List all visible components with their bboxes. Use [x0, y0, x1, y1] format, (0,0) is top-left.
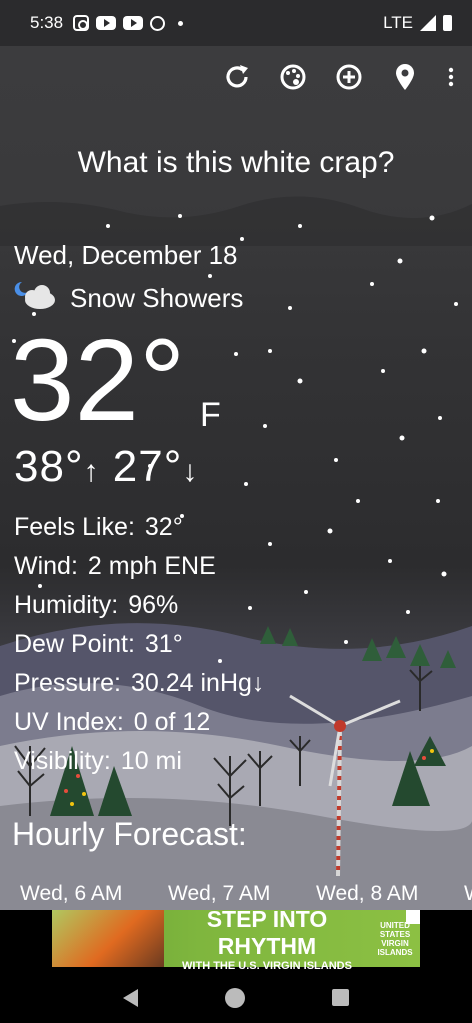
- add-location-icon: [336, 64, 362, 90]
- overflow-menu-icon: [448, 67, 454, 87]
- hourly-forecast-strip[interactable]: Wed, 6 AM Wed, 7 AM Wed, 8 AM W: [20, 882, 472, 906]
- signal-icon: [420, 15, 436, 31]
- temperature-unit: F: [200, 396, 221, 434]
- hourly-item[interactable]: Wed, 8 AM: [316, 882, 464, 906]
- current-date: Wed, December 18: [14, 240, 238, 270]
- refresh-icon: [226, 65, 248, 88]
- network-type: LTE: [383, 13, 413, 32]
- instagram-icon: [73, 15, 90, 31]
- weather-details: Feels Like: 32° Wind: 2 mph ENE Humidity: 9…: [14, 508, 264, 781]
- current-condition: Snow Showers: [14, 278, 243, 318]
- detail-feels-like: Feels Like: 32°: [14, 513, 183, 541]
- home-button[interactable]: [224, 987, 245, 1008]
- status-bar: 5:38 LTE: [0, 0, 472, 46]
- current-temperature: 32°: [10, 315, 186, 445]
- more-notifications-icon: [178, 20, 184, 26]
- high-temp: 38°: [14, 442, 84, 491]
- detail-dew-point: Dew Point: 31°: [14, 630, 183, 658]
- ad-area: STEP INTO RHYTHM WITH THE U.S. VIRGIN IS…: [0, 906, 472, 972]
- status-time: 5:38: [30, 13, 64, 32]
- overflow-menu-button[interactable]: [444, 60, 458, 94]
- refresh-button[interactable]: [220, 60, 254, 94]
- youtube-icon-2: [123, 16, 144, 30]
- ad-logo: UNITED STATES VIRGIN ISLANDS: [377, 920, 413, 957]
- hourly-item[interactable]: Wed, 6 AM: [20, 882, 168, 906]
- ad-choices-icon[interactable]: [406, 910, 420, 924]
- down-arrow-icon: ↓: [182, 455, 199, 488]
- snow-showers-icon: [14, 281, 55, 316]
- detail-pressure: Pressure: 30.24 inHg↓: [14, 669, 265, 697]
- system-nav-bar: [0, 972, 472, 1023]
- ad-subline: WITH THE U.S. VIRGIN ISLANDS: [182, 959, 352, 972]
- back-button[interactable]: [123, 988, 139, 1007]
- toolbar: [220, 60, 458, 94]
- condition-text: Snow Showers: [70, 282, 244, 313]
- themes-icon: [280, 64, 306, 90]
- location-button[interactable]: [388, 60, 422, 94]
- detail-uv-index: UV Index: 0 of 12: [14, 708, 211, 736]
- high-low: 38°↑ 27°↓: [14, 442, 198, 492]
- battery-icon: [443, 15, 452, 31]
- hourly-forecast-title: Hourly Forecast:: [12, 816, 247, 852]
- weather-scene: What is this white crap? Wed, December 1…: [0, 46, 472, 910]
- hourly-item[interactable]: W: [464, 882, 472, 906]
- recents-button[interactable]: [331, 989, 349, 1006]
- low-temp: 27°: [112, 442, 183, 491]
- detail-visibility: Visibility: 10 mi: [14, 747, 182, 775]
- detail-wind: Wind: 2 mph ENE: [14, 552, 216, 580]
- alarm-icon: [150, 15, 166, 31]
- up-arrow-icon: ↑: [83, 455, 100, 488]
- themes-button[interactable]: [276, 60, 310, 94]
- add-location-button[interactable]: [332, 60, 366, 94]
- ad-image: [52, 910, 164, 967]
- location-pin-icon: [396, 64, 414, 90]
- ad-banner[interactable]: STEP INTO RHYTHM WITH THE U.S. VIRGIN IS…: [52, 906, 420, 972]
- headline: What is this white crap?: [77, 146, 395, 179]
- detail-humidity: Humidity: 96%: [14, 591, 179, 619]
- youtube-icon: [96, 16, 117, 30]
- hourly-item[interactable]: Wed, 7 AM: [168, 882, 316, 906]
- ad-headline: STEP INTO RHYTHM: [206, 905, 328, 959]
